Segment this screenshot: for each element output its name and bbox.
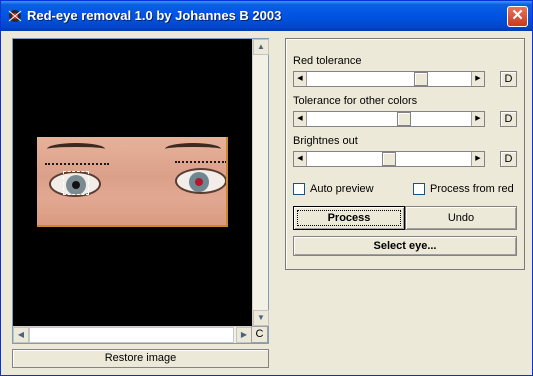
process-from-red-checkbox[interactable]: Process from red — [413, 183, 514, 195]
slider-right-button[interactable]: ▶ — [471, 112, 484, 126]
right-pupil-red — [195, 178, 203, 186]
other-colors-tolerance-label: Tolerance for other colors — [293, 95, 418, 107]
right-arrow-icon: ▶ — [475, 155, 481, 162]
right-arrow-icon: ▶ — [475, 115, 481, 122]
other-colors-default-button[interactable]: D — [500, 111, 517, 127]
checkbox-box[interactable] — [293, 183, 305, 195]
process-button[interactable]: Process — [293, 206, 405, 230]
brightness-out-label: Brightnes out — [293, 135, 358, 147]
corner-c-button[interactable]: C — [251, 326, 268, 343]
brightness-out-slider[interactable]: ◀ ▶ — [293, 151, 485, 167]
left-arrow-icon: ◀ — [297, 75, 303, 82]
scroll-right-button[interactable]: ▶ — [236, 327, 252, 343]
red-tolerance-default-button[interactable]: D — [500, 71, 517, 87]
slider-thumb[interactable] — [414, 72, 428, 86]
vertical-scrollbar[interactable]: ▲ ▼ — [252, 39, 269, 326]
scroll-down-button[interactable]: ▼ — [253, 310, 269, 326]
auto-preview-checkbox[interactable]: Auto preview — [293, 183, 374, 195]
slider-right-button[interactable]: ▶ — [471, 152, 484, 166]
window-title: Red-eye removal 1.0 by Johannes B 2003 — [27, 8, 282, 23]
select-eye-button[interactable]: Select eye... — [293, 236, 517, 256]
eye-photo[interactable] — [37, 137, 228, 227]
scroll-up-button[interactable]: ▲ — [253, 39, 269, 55]
slider-thumb[interactable] — [397, 112, 411, 126]
restore-image-button[interactable]: Restore image — [12, 349, 269, 368]
right-eyebrow — [165, 143, 221, 155]
close-icon: ✕ — [511, 7, 524, 24]
left-arrow-icon: ◀ — [17, 330, 25, 339]
app-window: Red-eye removal 1.0 by Johannes B 2003 ✕ — [0, 0, 533, 376]
process-from-red-label: Process from red — [430, 183, 514, 195]
horizontal-scroll-thumb[interactable] — [29, 327, 234, 343]
scroll-left-button[interactable]: ◀ — [13, 327, 29, 343]
close-button[interactable]: ✕ — [507, 6, 528, 27]
right-eye — [175, 168, 226, 194]
right-eyelashes — [175, 161, 226, 166]
controls-panel: Red tolerance ◀ ▶ D Tolerance for other … — [285, 38, 525, 270]
left-arrow-icon: ◀ — [297, 115, 303, 122]
slider-left-button[interactable]: ◀ — [294, 72, 307, 86]
red-tolerance-slider[interactable]: ◀ ▶ — [293, 71, 485, 87]
left-eyelashes — [45, 163, 109, 168]
image-view[interactable]: ▲ ▼ ◀ ▶ C — [12, 38, 269, 344]
up-arrow-icon: ▲ — [257, 42, 265, 51]
left-arrow-icon: ◀ — [297, 155, 303, 162]
red-tolerance-label: Red tolerance — [293, 55, 362, 67]
right-iris — [189, 172, 209, 192]
focus-rectangle — [297, 210, 401, 226]
down-arrow-icon: ▼ — [257, 313, 265, 322]
slider-left-button[interactable]: ◀ — [294, 112, 307, 126]
left-eyebrow — [47, 143, 105, 155]
eye-selection-marquee[interactable] — [63, 171, 89, 195]
app-icon — [7, 8, 23, 24]
brightness-default-button[interactable]: D — [500, 151, 517, 167]
right-arrow-icon: ▶ — [475, 75, 481, 82]
horizontal-scrollbar[interactable]: ◀ ▶ — [13, 326, 252, 343]
undo-button[interactable]: Undo — [405, 206, 517, 230]
title-bar[interactable]: Red-eye removal 1.0 by Johannes B 2003 ✕ — [1, 1, 532, 31]
right-arrow-icon: ▶ — [240, 330, 248, 339]
slider-thumb[interactable] — [382, 152, 396, 166]
auto-preview-label: Auto preview — [310, 183, 374, 195]
slider-right-button[interactable]: ▶ — [471, 72, 484, 86]
other-colors-tolerance-slider[interactable]: ◀ ▶ — [293, 111, 485, 127]
slider-left-button[interactable]: ◀ — [294, 152, 307, 166]
checkbox-box[interactable] — [413, 183, 425, 195]
